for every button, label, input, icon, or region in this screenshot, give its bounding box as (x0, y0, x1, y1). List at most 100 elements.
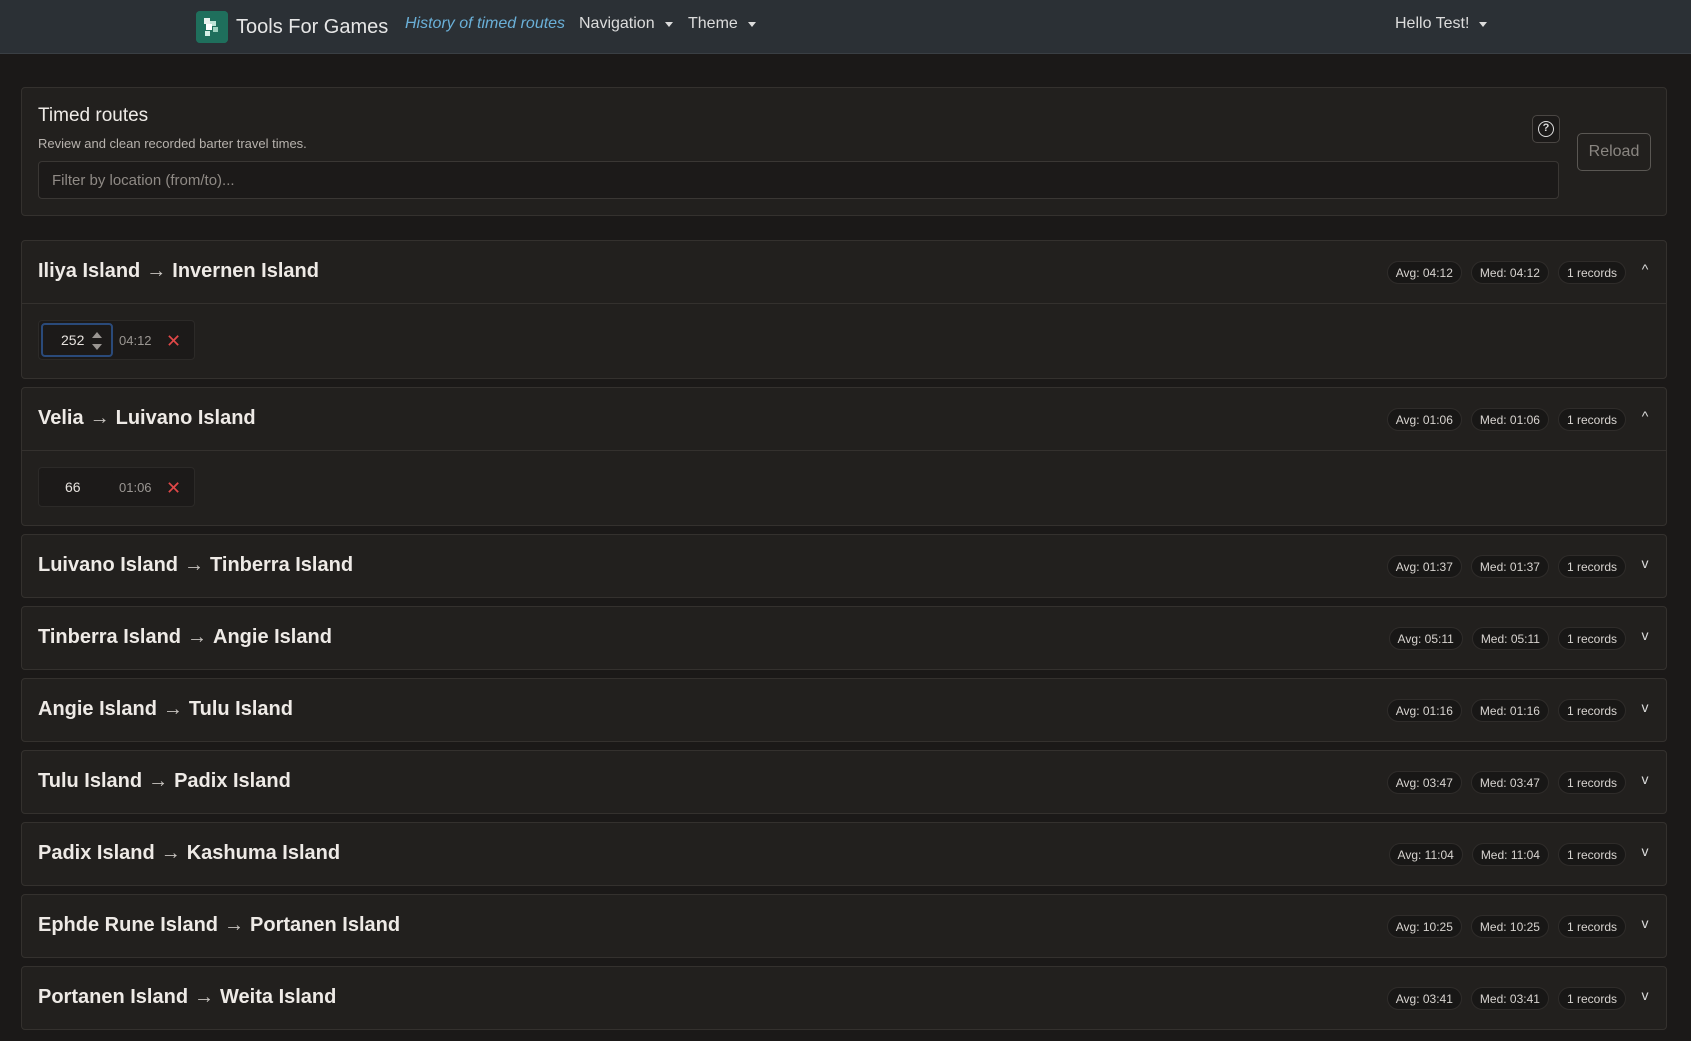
avg-badge: Avg: 10:25 (1386, 915, 1462, 938)
arrow-right-icon: → (148, 770, 169, 792)
brand-name: Tools For Games (236, 15, 389, 38)
collapse-toggle-icon[interactable]: ^ (1638, 408, 1652, 424)
arrow-right-icon: → (146, 260, 167, 282)
expand-toggle-icon[interactable]: v (1638, 771, 1652, 787)
route-stats: Avg: 04:12 Med: 04:12 1 records (1386, 261, 1626, 284)
route-item: Portanen Island → Weita Island Avg: 03:41 Me… (21, 966, 1667, 1030)
record-seconds-input[interactable]: 252 (41, 323, 113, 357)
arrow-right-icon: → (162, 698, 183, 720)
route-title: Velia → Luivano Island (38, 407, 256, 430)
records-count-badge: 1 records (1557, 915, 1626, 938)
route-item: Tulu Island → Padix Island Avg: 03:47 Med: 0… (21, 750, 1667, 814)
user-menu-dropdown[interactable]: Hello Test! (1395, 15, 1488, 33)
route-stats: Avg: 01:16 Med: 01:16 1 records (1386, 699, 1626, 722)
route-from: Angie Island (38, 698, 157, 720)
route-from: Padix Island (38, 842, 155, 864)
median-badge: Med: 11:04 (1471, 843, 1549, 866)
nav-navigation-label: Navigation (579, 15, 655, 32)
chevron-down-icon (747, 21, 756, 27)
route-from: Iliya Island (38, 260, 141, 282)
route-item: Tinberra Island → Angie Island Avg: 05:11 Me… (21, 606, 1667, 670)
route-header[interactable]: Tinberra Island → Angie Island Avg: 05:11 Me… (22, 607, 1666, 669)
records-count-badge: 1 records (1557, 627, 1626, 650)
reload-button[interactable]: Reload (1577, 133, 1651, 171)
nav-history-label: History of timed routes (405, 15, 566, 32)
expand-toggle-icon[interactable]: v (1638, 555, 1652, 571)
route-item: Padix Island → Kashuma Island Avg: 11:04 Med… (21, 822, 1667, 886)
route-header[interactable]: Tulu Island → Padix Island Avg: 03:47 Med: 0… (22, 751, 1666, 813)
route-header[interactable]: Portanen Island → Weita Island Avg: 03:41 Me… (22, 967, 1666, 1029)
navbar: Tools For Games History of timed routes … (0, 0, 1691, 54)
avg-badge: Avg: 03:41 (1386, 987, 1462, 1010)
expand-toggle-icon[interactable]: v (1638, 915, 1652, 931)
route-to: Kashuma Island (186, 842, 341, 864)
route-from: Luivano Island (38, 554, 179, 576)
median-badge: Med: 10:25 (1470, 915, 1549, 938)
records-count-badge: 1 records (1557, 555, 1626, 578)
nav-theme-dropdown[interactable]: Theme (688, 15, 756, 33)
route-stats: Avg: 05:11 Med: 05:11 1 records (1388, 627, 1626, 650)
brand[interactable]: Tools For Games (196, 9, 388, 45)
spinner-icon[interactable] (92, 331, 102, 351)
records-count-badge: 1 records (1557, 408, 1626, 431)
route-title: Luivano Island → Tinberra Island (38, 554, 353, 577)
route-header[interactable]: Iliya Island → Invernen Island Avg: 04:12 Me… (22, 241, 1666, 303)
arrow-right-icon: → (160, 842, 181, 864)
timed-routes-header: Timed routes Review and clean recorded b… (21, 87, 1667, 216)
delete-record-icon[interactable]: ✕ (166, 331, 181, 351)
help-button[interactable]: ? (1532, 115, 1560, 143)
route-stats: Avg: 03:41 Med: 03:41 1 records (1386, 987, 1626, 1010)
nav-theme-label: Theme (688, 15, 738, 32)
route-header[interactable]: Padix Island → Kashuma Island Avg: 11:04 Med… (22, 823, 1666, 885)
route-from: Tinberra Island (38, 626, 182, 648)
expand-toggle-icon[interactable]: v (1638, 699, 1652, 715)
user-greeting: Hello Test! (1395, 15, 1470, 32)
avg-badge: Avg: 05:11 (1388, 627, 1463, 650)
route-header[interactable]: Luivano Island → Tinberra Island Avg: 01:37… (22, 535, 1666, 597)
route-item: Ephde Rune Island → Portanen Island Avg: 10… (21, 894, 1667, 958)
record-item: 66 01:06 ✕ (38, 467, 195, 507)
route-item: Angie Island → Tulu Island Avg: 01:16 Med: 0… (21, 678, 1667, 742)
record-seconds-value: 66 (65, 479, 81, 495)
chevron-down-icon (1479, 21, 1488, 27)
route-to: Padix Island (174, 770, 291, 792)
arrow-right-icon: → (194, 986, 215, 1008)
route-records: 252 04:12 ✕ (22, 303, 1666, 377)
avg-badge: Avg: 01:16 (1386, 699, 1462, 722)
route-to: Invernen Island (172, 260, 319, 282)
records-count-badge: 1 records (1557, 699, 1626, 722)
route-stats: Avg: 03:47 Med: 03:47 1 records (1386, 771, 1626, 794)
avg-badge: Avg: 03:47 (1386, 771, 1462, 794)
delete-record-icon[interactable]: ✕ (166, 478, 181, 498)
route-records: 66 01:06 ✕ (22, 450, 1666, 524)
route-header[interactable]: Angie Island → Tulu Island Avg: 01:16 Med: 0… (22, 679, 1666, 741)
expand-toggle-icon[interactable]: v (1638, 843, 1652, 859)
route-title: Tinberra Island → Angie Island (38, 626, 332, 649)
record-time: 01:06 (119, 480, 152, 495)
arrow-right-icon: → (184, 554, 205, 576)
route-stats: Avg: 10:25 Med: 10:25 1 records (1386, 915, 1626, 938)
route-to: Weita Island (220, 986, 337, 1008)
location-filter-input[interactable] (38, 161, 1559, 199)
route-to: Tinberra Island (210, 554, 354, 576)
route-header[interactable]: Velia → Luivano Island Avg: 01:06 Med: 01:06… (22, 388, 1666, 450)
avg-badge: Avg: 01:37 (1386, 555, 1462, 578)
record-item: 252 04:12 ✕ (38, 320, 195, 360)
route-to: Portanen Island (250, 914, 401, 936)
route-title: Padix Island → Kashuma Island (38, 842, 340, 865)
arrow-right-icon: → (89, 407, 110, 429)
page-title: Timed routes (38, 105, 149, 126)
route-title: Iliya Island → Invernen Island (38, 260, 319, 283)
median-badge: Med: 03:41 (1470, 987, 1549, 1010)
record-seconds-input[interactable]: 66 (41, 470, 113, 504)
route-header[interactable]: Ephde Rune Island → Portanen Island Avg: 10… (22, 895, 1666, 957)
route-title: Ephde Rune Island → Portanen Island (38, 914, 400, 937)
collapse-toggle-icon[interactable]: ^ (1638, 261, 1652, 277)
expand-toggle-icon[interactable]: v (1638, 987, 1652, 1003)
route-from: Portanen Island (38, 986, 189, 1008)
nav-navigation-dropdown[interactable]: Navigation (579, 15, 673, 33)
expand-toggle-icon[interactable]: v (1638, 627, 1652, 643)
nav-history-link[interactable]: History of timed routes (405, 15, 565, 33)
route-title: Angie Island → Tulu Island (38, 698, 293, 721)
route-from: Ephde Rune Island (38, 914, 219, 936)
